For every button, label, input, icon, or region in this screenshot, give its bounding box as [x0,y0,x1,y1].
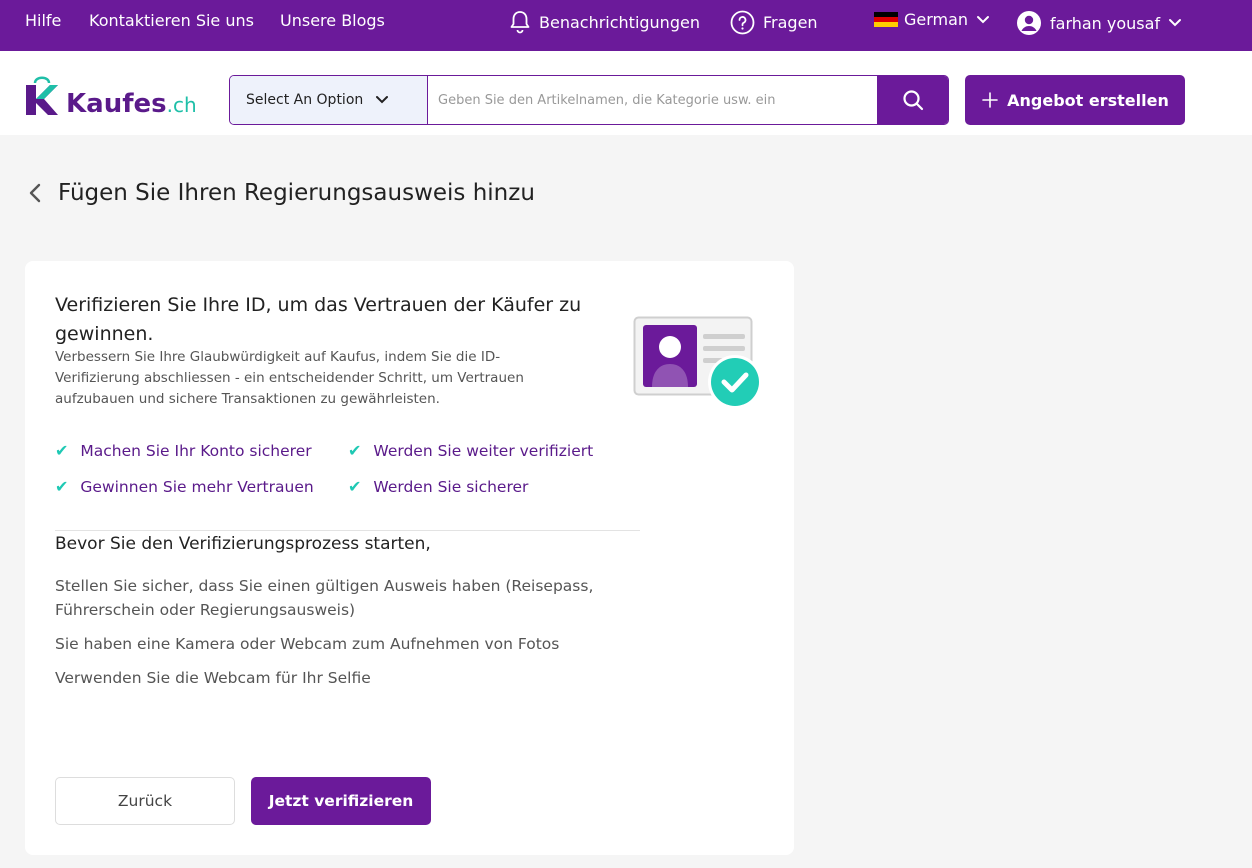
blogs-link[interactable]: Unsere Blogs [280,11,385,30]
user-name: farhan yousaf [1050,13,1161,33]
before-title: Bevor Sie den Verifizierungsprozess star… [55,534,431,554]
category-select[interactable]: Select An Option [230,76,428,124]
top-bar: Hilfe Kontaktieren Sie uns Unsere Blogs … [0,0,1252,51]
requirement-item: Verwenden Sie die Webcam für Ihr Selfie [55,669,371,687]
benefit-item: ✔ Werden Sie weiter verifiziert [348,441,593,460]
requirement-item: Sie haben eine Kamera oder Webcam zum Au… [55,635,560,653]
logo-bag-icon [26,76,58,115]
card-heading: Verifizieren Sie Ihre ID, um das Vertrau… [55,294,582,345]
search-icon [902,90,923,111]
search-input[interactable] [428,76,877,124]
chevron-down-icon [1169,19,1182,27]
back-chevron-icon[interactable] [28,182,42,204]
divider [55,530,640,531]
benefit-label: Gewinnen Sie mehr Vertrauen [80,477,314,496]
benefit-item: ✔ Machen Sie Ihr Konto sicherer [55,441,312,460]
card-description: Verbessern Sie Ihre Glaubwürdigkeit auf … [55,349,524,407]
language-label: German [904,10,969,29]
logo-suffix: .ch [166,93,197,117]
notifications-button[interactable]: Benachrichtigungen [509,10,700,34]
question-icon [730,10,755,35]
search-button[interactable] [877,76,948,124]
id-card-verified-icon [633,316,762,409]
site-logo[interactable]: Kaufes.ch [24,73,197,117]
help-link[interactable]: Hilfe [25,11,61,30]
questions-label: Fragen [763,13,818,32]
benefit-label: Werden Sie sicherer [373,477,529,496]
check-icon: ✔ [55,477,69,496]
benefit-label: Machen Sie Ihr Konto sicherer [80,441,312,460]
verify-now-button[interactable]: Jetzt verifizieren [251,777,431,825]
notifications-label: Benachrichtigungen [539,12,700,32]
search-bar: Select An Option [229,75,949,125]
language-selector[interactable]: German [874,10,990,29]
page-title-row: Fügen Sie Ihren Regierungsausweis hinzu [28,180,535,206]
bell-icon [510,11,530,34]
questions-button[interactable]: Fragen [730,10,818,35]
verification-card: Verifizieren Sie Ihre ID, um das Vertrau… [25,261,794,855]
logo-text: Kaufes [66,89,167,119]
benefit-item: ✔ Werden Sie sicherer [348,477,528,496]
requirement-item: Stellen Sie sicher, dass Sie einen gülti… [55,577,594,619]
contact-link[interactable]: Kontaktieren Sie uns [89,11,254,30]
chevron-down-icon [376,96,388,104]
benefit-label: Werden Sie weiter verifiziert [373,441,594,460]
user-avatar-icon [1017,11,1041,35]
check-icon: ✔ [55,441,69,460]
chevron-down-icon [977,15,990,23]
page-title: Fügen Sie Ihren Regierungsausweis hinzu [58,180,535,206]
german-flag-icon [874,11,898,28]
plus-icon [982,92,998,108]
benefit-item: ✔ Gewinnen Sie mehr Vertrauen [55,477,314,496]
back-button[interactable]: Zurück [55,777,235,825]
category-select-label: Select An Option [246,92,364,108]
user-menu[interactable]: farhan yousaf [1016,10,1182,36]
check-icon: ✔ [348,441,362,460]
check-icon: ✔ [348,477,362,496]
create-offer-label: Angebot erstellen [1007,90,1169,110]
create-offer-button[interactable]: Angebot erstellen [965,75,1185,125]
main-header: Kaufes.ch Select An Option Angebot erste… [0,51,1252,135]
